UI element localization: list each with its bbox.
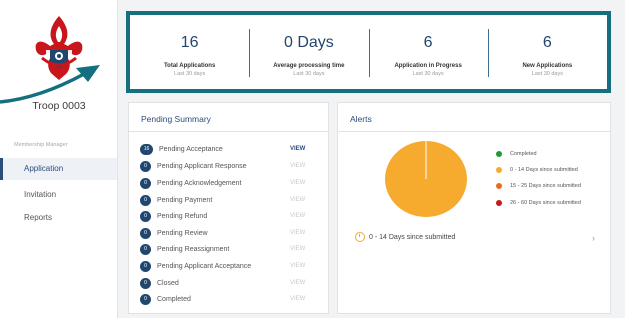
stat-value: 0 Days [283, 34, 334, 51]
alerts-pie-chart [385, 141, 467, 217]
view-link[interactable]: VIEW [290, 180, 318, 186]
view-link[interactable]: VIEW [290, 230, 318, 236]
pending-row-acknowledgement: 0 Pending Acknowledgement VIEW [140, 176, 318, 190]
view-link[interactable]: VIEW [290, 246, 318, 252]
red-dot-icon [496, 200, 502, 206]
chevron-right-icon[interactable]: › [592, 233, 595, 243]
stat-label: Average processing time [273, 63, 345, 69]
stat-value: 6 [423, 34, 433, 51]
pending-row-acceptance: 16 Pending Acceptance VIEW [140, 142, 318, 156]
row-label: Closed [157, 279, 179, 287]
view-link[interactable]: VIEW [290, 146, 318, 152]
legend-label: 26 - 60 Days since submitted [510, 200, 581, 206]
count-badge: 0 [140, 293, 151, 305]
pending-row-refund: 0 Pending Refund VIEW [140, 209, 318, 223]
view-link[interactable]: VIEW [290, 296, 318, 302]
stat-label: New Applications [522, 63, 573, 69]
count-badge: 0 [140, 227, 151, 239]
stat-average-processing-time[interactable]: 0 Days Average processing time Last 30 d… [249, 15, 368, 89]
row-label: Pending Acceptance [159, 145, 223, 153]
alerts-card: Alerts [337, 102, 611, 314]
row-label: Pending Reassignment [157, 245, 230, 253]
sidebar-item-application[interactable]: Application [0, 158, 117, 180]
card-title: Alerts [350, 114, 372, 124]
stat-value: 16 [180, 34, 199, 51]
count-badge: 0 [140, 210, 151, 222]
sidebar-item-reports[interactable]: Reports [0, 207, 117, 229]
pending-row-closed: 0 Closed VIEW [140, 276, 318, 290]
stat-period: Last 30 days [293, 71, 325, 77]
row-label: Pending Payment [157, 196, 213, 204]
stat-period: Last 30 days [412, 71, 444, 77]
view-link[interactable]: VIEW [290, 163, 318, 169]
row-label: Pending Refund [157, 212, 208, 220]
stat-value: 6 [542, 34, 552, 51]
row-label: Pending Acknowledgement [157, 179, 242, 187]
row-label: Pending Applicant Acceptance [157, 262, 252, 270]
legend-label: 15 - 25 Days since submitted [510, 183, 581, 189]
stat-total-applications[interactable]: 16 Total Applications Last 30 days [130, 15, 249, 89]
count-badge: 0 [140, 177, 151, 189]
count-badge: 0 [140, 243, 151, 255]
row-label: Completed [157, 295, 191, 303]
callout-arrow [0, 65, 100, 104]
legend-26-60-days: 26 - 60 Days since submitted [496, 200, 581, 206]
legend-label: 0 - 14 Days since submitted [510, 167, 578, 173]
sidebar-section-label: Membership Manager [14, 142, 68, 148]
count-badge: 0 [140, 194, 151, 206]
pending-row-completed: 0 Completed VIEW [140, 292, 318, 306]
view-link[interactable]: VIEW [290, 280, 318, 286]
count-badge: 0 [140, 260, 151, 272]
stat-new-applications[interactable]: 6 New Applications Last 30 days [487, 15, 607, 89]
green-dot-icon [496, 151, 502, 157]
pending-row-reassignment: 0 Pending Reassignment VIEW [140, 242, 318, 256]
legend-15-25-days: 15 - 25 Days since submitted [496, 183, 581, 189]
pending-row-applicant-response: 0 Pending Applicant Response VIEW [140, 159, 318, 173]
view-link[interactable]: VIEW [290, 197, 318, 203]
count-badge: 0 [140, 277, 151, 289]
stat-period: Last 30 days [174, 71, 206, 77]
legend-completed: Completed [496, 151, 537, 157]
pending-row-review: 0 Pending Review VIEW [140, 226, 318, 240]
legend-0-14-days: 0 - 14 Days since submitted [496, 167, 578, 173]
alert-summary-row[interactable]: 0 - 14 Days since submitted [355, 232, 455, 242]
orange-dot-icon [496, 167, 502, 173]
dark-orange-dot-icon [496, 183, 502, 189]
count-badge: 0 [140, 160, 151, 172]
stat-applications-in-progress[interactable]: 6 Application in Progress Last 30 days [368, 15, 488, 89]
sidebar: Troop 0003 Membership Manager Applicatio… [0, 0, 118, 318]
stat-label: Total Applications [163, 63, 216, 69]
row-label: Pending Review [157, 229, 208, 237]
stat-label: Application in Progress [394, 63, 462, 69]
legend-label: Completed [510, 151, 537, 157]
stats-summary-bar: 16 Total Applications Last 30 days 0 Day… [126, 11, 611, 93]
row-label: Pending Applicant Response [157, 162, 247, 170]
pending-row-payment: 0 Pending Payment VIEW [140, 193, 318, 207]
count-badge: 16 [140, 143, 153, 155]
view-link[interactable]: VIEW [290, 213, 318, 219]
alert-summary-label: 0 - 14 Days since submitted [369, 233, 456, 241]
stat-period: Last 30 days [531, 71, 563, 77]
view-link[interactable]: VIEW [290, 263, 318, 269]
divider [338, 131, 610, 132]
divider [129, 131, 328, 132]
sidebar-item-invitation[interactable]: Invitation [0, 184, 117, 206]
clock-icon [355, 232, 365, 242]
pending-row-applicant-acceptance: 0 Pending Applicant Acceptance VIEW [140, 259, 318, 273]
card-title: Pending Summary [141, 114, 211, 124]
